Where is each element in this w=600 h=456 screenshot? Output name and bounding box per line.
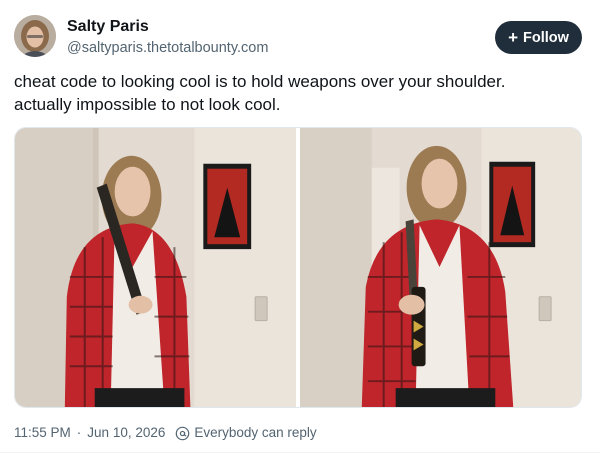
- reply-setting-label: Everybody can reply: [194, 425, 317, 440]
- author-handle[interactable]: @saltyparis.thetotalbounty.com: [67, 39, 268, 57]
- meta-separator: ·: [76, 425, 82, 440]
- author-avatar[interactable]: [14, 15, 56, 57]
- post-meta: 11:55 PM · Jun 10, 2026 Everybody can re…: [14, 424, 317, 442]
- post-time[interactable]: 11:55 PM: [14, 424, 71, 442]
- follow-button-label: Follow: [523, 29, 569, 46]
- follow-button[interactable]: + Follow: [495, 21, 582, 54]
- divider: [0, 452, 600, 453]
- media-grid: [14, 127, 582, 408]
- author-name[interactable]: Salty Paris: [67, 17, 149, 37]
- post-photo-1[interactable]: [15, 128, 296, 407]
- plus-icon: +: [508, 27, 518, 47]
- post-date[interactable]: Jun 10, 2026: [87, 424, 165, 442]
- at-sign-icon: [175, 426, 190, 441]
- post-text: cheat code to looking cool is to hold we…: [14, 70, 586, 116]
- avatar-image: [14, 15, 56, 57]
- post-card: Salty Paris @saltyparis.thetotalbounty.c…: [0, 0, 600, 456]
- photo-2-image: [300, 128, 581, 407]
- post-text-line: cheat code to looking cool is to hold we…: [14, 72, 506, 91]
- photo-1-image: [15, 128, 296, 407]
- post-photo-2[interactable]: [300, 128, 581, 407]
- post-text-line: actually impossible to not look cool.: [14, 95, 281, 114]
